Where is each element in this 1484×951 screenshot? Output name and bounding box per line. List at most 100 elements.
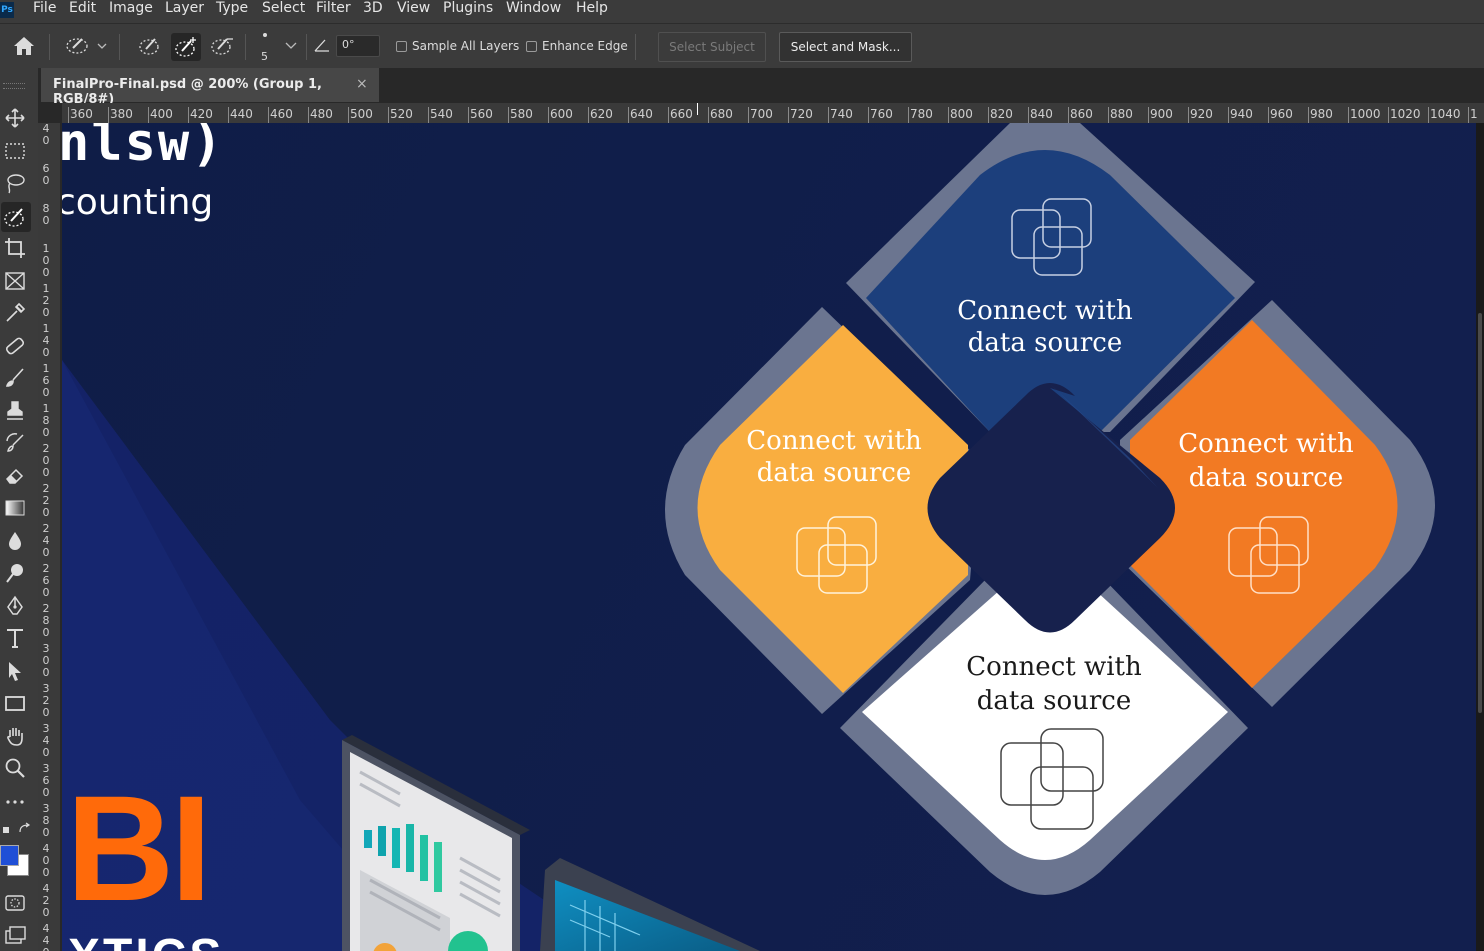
screen-mode-icon[interactable] <box>3 924 27 948</box>
bi-title-text: BI <box>66 764 212 932</box>
clone-stamp-tool-icon[interactable] <box>3 399 27 423</box>
quick-selection-tool-icon <box>4 208 24 227</box>
enhance-edge-checkbox[interactable] <box>526 41 537 52</box>
brush-tool-icon[interactable] <box>3 366 27 390</box>
ruler-tick-mark <box>68 107 69 123</box>
menu-plugins[interactable]: Plugins <box>443 0 493 17</box>
vertical-scrollbar[interactable] <box>1476 123 1484 951</box>
ruler-tick-mark <box>548 107 549 123</box>
eyedropper-tool-icon[interactable] <box>3 301 27 325</box>
menu-image[interactable]: Image <box>109 0 153 17</box>
bottom-fragment-text: XTICS <box>68 933 224 951</box>
ruler-tick-mark <box>508 107 509 123</box>
more-tools-icon[interactable] <box>3 790 27 814</box>
ruler-tick-label: 400 <box>150 107 173 121</box>
vruler-tick-label: 4 0 <box>42 123 50 147</box>
quick-selection-preset-icon[interactable] <box>62 34 110 58</box>
photoshop-logo-icon[interactable]: Ps <box>0 2 14 18</box>
menu-layer[interactable]: Layer <box>165 0 204 17</box>
quick-selection-tool-button[interactable] <box>1 202 31 232</box>
angle-input[interactable]: 0° <box>336 35 380 57</box>
path-selection-tool-icon[interactable] <box>3 659 27 683</box>
ruler-tick-mark <box>788 107 789 123</box>
menu-3d[interactable]: 3D <box>363 0 383 17</box>
marquee-tool-icon[interactable] <box>3 139 27 163</box>
brush-dot-icon <box>263 33 267 37</box>
subtract-from-selection-icon[interactable] <box>208 34 236 58</box>
vruler-tick-label: 2 2 0 <box>42 482 50 519</box>
menu-window[interactable]: Window <box>506 0 561 17</box>
gradient-tool-icon[interactable] <box>3 496 27 520</box>
card-left-line2: data source <box>756 458 912 488</box>
logo-fragment-text: nlsw) <box>62 123 225 173</box>
menu-edit[interactable]: Edit <box>69 0 96 17</box>
blur-tool-icon[interactable] <box>3 529 27 553</box>
card-bottom-line2: data source <box>976 686 1132 716</box>
vruler-tick-label: 3 6 0 <box>42 762 50 799</box>
toolbar-grip[interactable] <box>3 83 25 89</box>
menu-select[interactable]: Select <box>262 0 305 17</box>
ruler-tick-mark <box>708 107 709 123</box>
menu-type[interactable]: Type <box>216 0 248 17</box>
ruler-tick-label: 980 <box>1310 107 1333 121</box>
ruler-tick-label: 620 <box>590 107 613 121</box>
history-brush-tool-icon[interactable] <box>3 431 27 455</box>
ruler-tick-label: 460 <box>270 107 293 121</box>
vruler-tick-label: 3 2 0 <box>42 682 50 719</box>
add-to-selection-button[interactable] <box>171 33 201 61</box>
menu-file[interactable]: File <box>33 0 56 17</box>
vruler-tick-label: 2 6 0 <box>42 562 50 599</box>
scrollbar-thumb[interactable] <box>1478 313 1482 713</box>
sample-all-layers-checkbox[interactable] <box>396 41 407 52</box>
ruler-tick-mark <box>1108 107 1109 123</box>
select-subject-button[interactable]: Select Subject <box>658 32 766 62</box>
horizontal-ruler[interactable]: 360 380 400 420 440 460 480 500 520 540 560 580 600 6… <box>62 103 1484 123</box>
quick-mask-icon[interactable] <box>3 891 27 915</box>
document-tab[interactable]: FinalPro-Final.psd @ 200% (Group 1, RGB/… <box>41 68 379 107</box>
brush-size-value[interactable]: 5 <box>261 50 268 63</box>
hand-tool-icon[interactable] <box>3 724 27 748</box>
sample-all-layers-label[interactable]: Sample All Layers <box>412 39 519 53</box>
frame-tool-icon[interactable] <box>3 269 27 293</box>
ruler-tick-mark <box>1188 107 1189 123</box>
ruler-tick-mark <box>1228 107 1229 123</box>
ruler-tick-mark <box>1348 107 1349 123</box>
eraser-tool-icon[interactable] <box>3 464 27 488</box>
ruler-tick-mark <box>628 107 629 123</box>
ruler-tick-label: 840 <box>1030 107 1053 121</box>
pen-tool-icon[interactable] <box>3 594 27 618</box>
enhance-edge-label[interactable]: Enhance Edge <box>542 39 628 53</box>
foreground-color-swatch[interactable] <box>0 845 19 866</box>
menu-filter[interactable]: Filter <box>316 0 351 17</box>
vruler-tick-label: 1 4 0 <box>42 322 50 359</box>
ruler-tick-label: 700 <box>750 107 773 121</box>
ruler-tick-label: 380 <box>110 107 133 121</box>
document-canvas[interactable]: Connect with data source Connect with da… <box>62 123 1484 951</box>
rectangle-tool-icon[interactable] <box>3 691 27 715</box>
type-tool-icon[interactable] <box>3 626 27 650</box>
ruler-tick-label: 1040 <box>1430 107 1461 121</box>
close-tab-icon[interactable]: × <box>356 76 368 92</box>
ruler-tick-mark <box>1308 107 1309 123</box>
zoom-tool-icon[interactable] <box>3 756 27 780</box>
vertical-ruler[interactable]: 4 0 6 0 8 0 1 0 0 1 2 0 1 4 0 1 6 0 1 8 0 2 0 0 2… <box>38 123 60 951</box>
lasso-tool-icon[interactable] <box>3 171 27 195</box>
move-tool-icon[interactable] <box>3 106 27 130</box>
vruler-tick-label: 1 2 0 <box>42 282 50 319</box>
chevron-down-icon[interactable] <box>285 42 297 50</box>
menu-view[interactable]: View <box>397 0 430 17</box>
crop-tool-icon[interactable] <box>3 236 27 260</box>
dodge-tool-icon[interactable] <box>3 561 27 585</box>
card-right-line1: Connect with <box>1178 429 1354 459</box>
select-and-mask-button[interactable]: Select and Mask... <box>779 32 912 62</box>
healing-brush-tool-icon[interactable] <box>3 334 27 358</box>
vruler-tick-label: 2 0 0 <box>42 442 50 479</box>
home-icon[interactable] <box>12 35 36 57</box>
ruler-tick-mark <box>308 107 309 123</box>
ruler-tick-mark <box>468 107 469 123</box>
menu-bar: Ps File Edit Image Layer Type Select Fil… <box>0 0 1484 23</box>
card-top-line1: Connect with <box>957 296 1133 326</box>
new-selection-icon[interactable] <box>136 34 164 58</box>
swap-colors-icon[interactable] <box>2 822 32 836</box>
menu-help[interactable]: Help <box>576 0 608 17</box>
